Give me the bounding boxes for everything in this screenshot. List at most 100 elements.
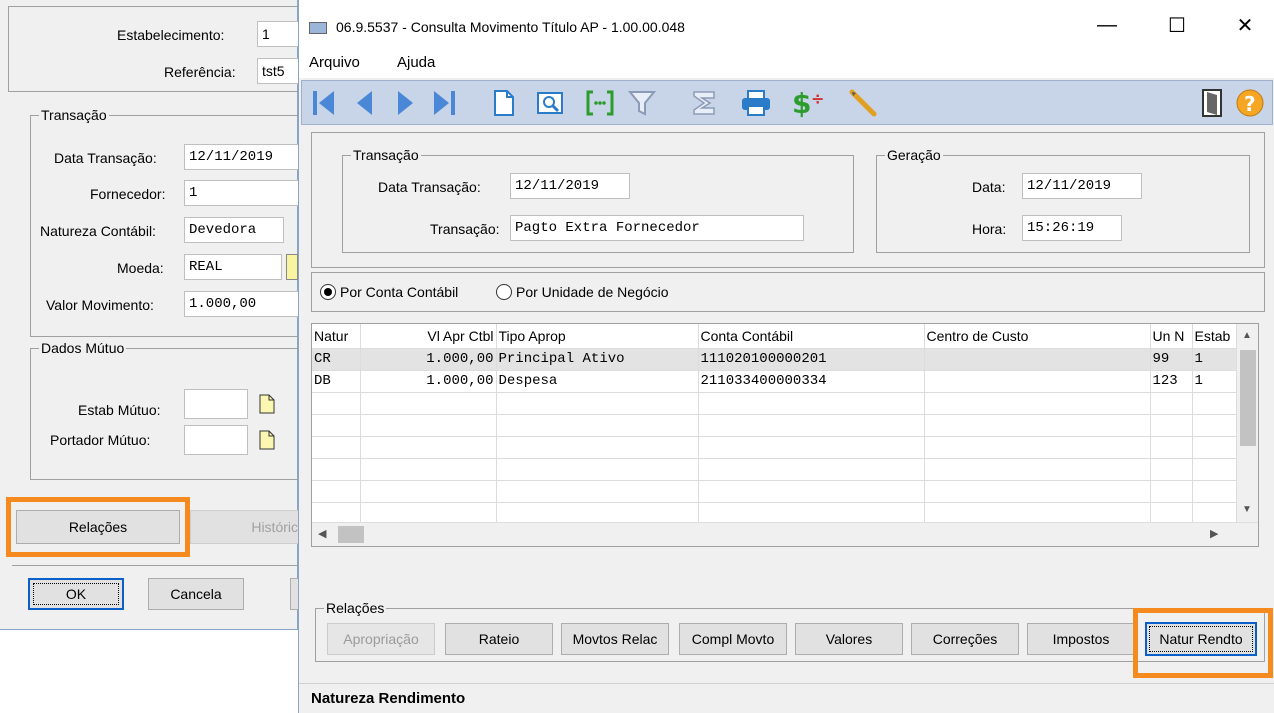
extra-button-edge[interactable] — [290, 578, 298, 610]
radio-por-conta-contabil[interactable]: Por Conta Contábil — [320, 284, 458, 300]
horizontal-scroll-thumb[interactable] — [338, 526, 364, 543]
valor-movimento-field[interactable]: 1.000,00 — [184, 291, 298, 317]
valor-movimento-label: Valor Movimento: — [46, 297, 154, 313]
grid-header-row: Natur Vl Apr Ctbl Tipo Aprop Conta Contá… — [312, 324, 1238, 348]
transacao-group-title-front: Transação — [351, 147, 421, 163]
table-row-empty — [312, 392, 1238, 414]
transacao-field-front[interactable]: Pagto Extra Fornecedor — [510, 215, 804, 241]
moeda-field[interactable]: REAL — [184, 254, 282, 280]
zoom-icon[interactable] — [532, 85, 568, 121]
next-icon[interactable] — [388, 85, 424, 121]
referencia-label: Referência: — [164, 64, 236, 80]
toolbar: $ ÷ ? — [301, 80, 1273, 125]
radio-por-conta-contabil-label: Por Conta Contábil — [340, 284, 458, 300]
impostos-button[interactable]: Impostos — [1027, 623, 1135, 655]
data-transacao-label-front: Data Transação: — [378, 179, 481, 195]
document-icon[interactable] — [486, 85, 522, 121]
col-header-un-n[interactable]: Un N — [1150, 324, 1192, 348]
apropriacao-button[interactable]: Apropriação — [327, 623, 435, 655]
ok-button[interactable]: OK — [28, 578, 124, 610]
portador-mutuo-field[interactable] — [184, 425, 248, 455]
cell-natur: CR — [312, 348, 360, 370]
col-header-natur[interactable]: Natur — [312, 324, 360, 348]
background-dialog: Estabelecimento: 1 Referência: tst5 Tran… — [0, 0, 298, 630]
help-icon[interactable]: ? — [1232, 85, 1268, 121]
relacoes-button[interactable]: Relações — [16, 510, 180, 544]
compl-movto-button[interactable]: Compl Movto — [679, 623, 787, 655]
scroll-down-icon[interactable]: ▼ — [1242, 504, 1252, 515]
estab-mutuo-lookup-icon[interactable] — [254, 391, 280, 417]
maximize-button[interactable]: ☐ — [1157, 12, 1197, 38]
close-button[interactable]: ✕ — [1225, 12, 1265, 38]
col-header-estab[interactable]: Estab — [1192, 324, 1238, 348]
valores-button[interactable]: Valores — [795, 623, 903, 655]
cell-centro-custo — [924, 348, 1150, 370]
natur-rendto-button[interactable]: Natur Rendto — [1145, 622, 1257, 656]
apropriacao-grid[interactable]: Natur Vl Apr Ctbl Tipo Aprop Conta Contá… — [311, 323, 1259, 547]
geracao-hora-field[interactable]: 15:26:19 — [1022, 215, 1122, 241]
historico-button[interactable]: Históric — [190, 510, 298, 544]
geracao-group-title: Geração — [885, 147, 943, 163]
transacao-label-front: Transação: — [430, 221, 500, 237]
movtos-relac-button[interactable]: Movtos Relac — [561, 623, 669, 655]
cell-centro-custo — [924, 370, 1150, 392]
rateio-button[interactable]: Rateio — [445, 623, 553, 655]
radio-dot[interactable] — [496, 284, 512, 300]
menu-bar: Arquivo Ajuda — [299, 50, 1274, 78]
cell-valor: 1.000,00 — [360, 370, 496, 392]
first-icon[interactable] — [306, 85, 342, 121]
portador-mutuo-lookup-icon[interactable] — [254, 427, 280, 453]
moeda-lookup-icon[interactable] — [286, 254, 298, 280]
apropriacao-radio-group: Por Conta Contábil Por Unidade de Negóci… — [311, 272, 1265, 312]
cell-conta-contabil: 211033400000334 — [698, 370, 924, 392]
goto-icon[interactable] — [582, 85, 618, 121]
last-icon[interactable] — [426, 85, 462, 121]
correcoes-button[interactable]: Correções — [911, 623, 1019, 655]
prev-icon[interactable] — [346, 85, 382, 121]
scroll-left-icon[interactable]: ◀ — [318, 527, 326, 540]
currency-icon[interactable]: $ ÷ — [790, 85, 826, 121]
col-header-vl-apr-ctbl[interactable]: Vl Apr Ctbl — [360, 324, 496, 348]
header-fields-group: Estabelecimento: 1 Referência: tst5 — [8, 6, 308, 92]
radio-por-unidade-negocio[interactable]: Por Unidade de Negócio — [496, 284, 669, 300]
relacoes-group-title: Relações — [324, 600, 386, 616]
table-row-empty — [312, 502, 1238, 524]
svg-text:?: ? — [1244, 92, 1256, 116]
table-row[interactable]: DB 1.000,00 Despesa 211033400000334 123 … — [312, 370, 1238, 392]
table-row-empty — [312, 480, 1238, 502]
exit-door-icon[interactable] — [1194, 85, 1230, 121]
sum-icon[interactable] — [686, 85, 722, 121]
col-header-centro-custo[interactable]: Centro de Custo — [924, 324, 1150, 348]
geracao-hora-label: Hora: — [972, 221, 1006, 237]
filter-icon[interactable] — [624, 85, 660, 121]
radio-dot-selected[interactable] — [320, 284, 336, 300]
fornecedor-label: Fornecedor: — [90, 186, 165, 202]
cancela-button[interactable]: Cancela — [148, 578, 244, 610]
estab-mutuo-field[interactable] — [184, 389, 248, 419]
menu-arquivo[interactable]: Arquivo — [309, 54, 360, 71]
horizontal-scrollbar[interactable]: ◀ ▶ — [312, 522, 1259, 546]
estabelecimento-label: Estabelecimento: — [117, 27, 224, 43]
cell-tipo-aprop: Principal Ativo — [496, 348, 698, 370]
scroll-right-icon[interactable]: ▶ — [1210, 527, 1218, 540]
minimize-button[interactable]: — — [1087, 12, 1127, 38]
fornecedor-field[interactable]: 1 — [184, 180, 298, 206]
data-transacao-field-front[interactable]: 12/11/2019 — [510, 173, 630, 199]
scroll-up-icon[interactable]: ▲ — [1242, 330, 1252, 341]
pencil-icon[interactable] — [846, 85, 882, 121]
col-header-conta-contabil[interactable]: Conta Contábil — [698, 324, 924, 348]
app-icon — [309, 22, 327, 34]
col-header-tipo-aprop[interactable]: Tipo Aprop — [496, 324, 698, 348]
cell-estab: 1 — [1192, 348, 1238, 370]
vertical-scroll-thumb[interactable] — [1240, 350, 1256, 446]
print-icon[interactable] — [738, 85, 774, 121]
data-transacao-field[interactable]: 12/11/2019 — [184, 144, 298, 170]
divider — [12, 565, 298, 566]
cell-un-n: 123 — [1150, 370, 1192, 392]
geracao-data-field[interactable]: 12/11/2019 — [1022, 173, 1142, 199]
table-row[interactable]: CR 1.000,00 Principal Ativo 111020100000… — [312, 348, 1238, 370]
natureza-contabil-field[interactable]: Devedora — [184, 217, 284, 243]
menu-ajuda[interactable]: Ajuda — [397, 54, 435, 71]
cell-valor: 1.000,00 — [360, 348, 496, 370]
vertical-scrollbar[interactable]: ▲ ▼ — [1236, 324, 1258, 524]
